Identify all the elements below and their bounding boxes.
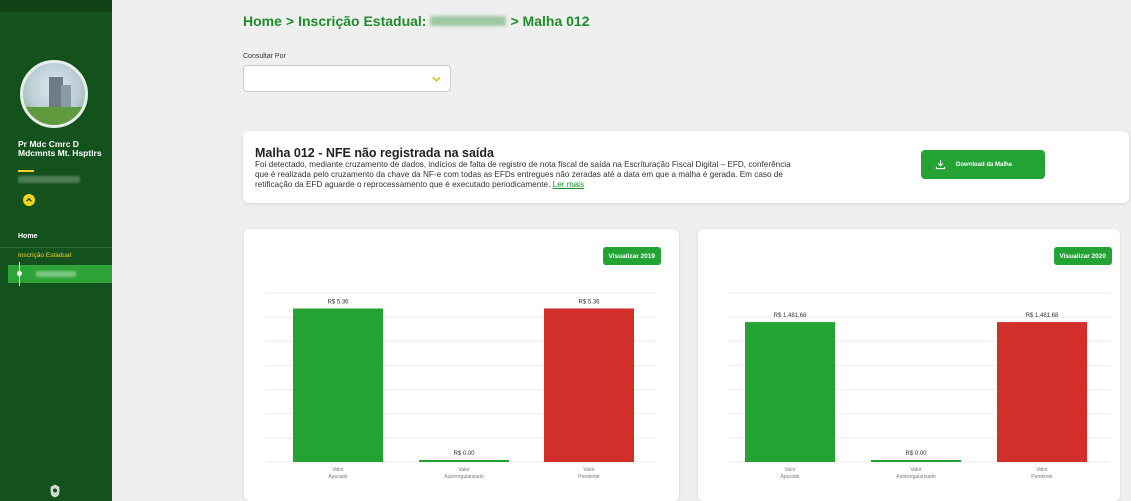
x-tick-label-0: Apurado — [781, 474, 800, 480]
sidebar-divider — [0, 247, 112, 248]
sidebar: Pr Mdc Cmrc D Mdcmnts Mt. Hsptlrs Home I… — [0, 0, 112, 501]
malha-description-text: Foi detectado, mediante cruzamento de da… — [255, 160, 791, 189]
sidebar-item-home[interactable]: Home — [18, 233, 37, 240]
bar-value-label-1: R$ 0.00 — [905, 451, 927, 457]
breadcrumb-current-page: > Malha 012 — [510, 13, 590, 29]
avatar-ground — [23, 107, 85, 125]
chart-card-2020: Visualizar 2020 R$ 1.481.68 Valor Apurado R… — [698, 229, 1120, 501]
chevron-down-icon — [432, 76, 441, 82]
x-tick-label-2: Pendente — [1031, 474, 1053, 480]
breadcrumb-inscricao-estadual[interactable]: Inscrição Estadual: — [298, 13, 426, 29]
consultar-por-select[interactable] — [243, 65, 451, 92]
x-tick-label-2: Valor — [1036, 467, 1048, 473]
x-tick-label-1: Valor — [458, 467, 470, 473]
sidebar-item-inscricao-estadual[interactable]: Inscrição Estadual — [18, 252, 71, 259]
collapse-toggle-button[interactable] — [23, 194, 35, 206]
bar-2 — [544, 308, 634, 462]
breadcrumb-ie-number-redacted — [430, 16, 507, 26]
chevron-up-icon — [26, 197, 32, 202]
inscricao-number-redacted — [36, 271, 76, 277]
coat-of-arms-icon — [50, 484, 60, 498]
bar-chart-2019: R$ 5.36ValorApuradoR$ 0.00ValorAutorregu… — [266, 292, 656, 480]
breadcrumb: Home > Inscrição Estadual: > Malha 012 — [243, 13, 589, 29]
x-tick-label-0: Valor — [332, 467, 344, 473]
malha-description: Foi detectado, mediante cruzamento de da… — [255, 160, 800, 190]
malha-title: Malha 012 - NFE não registrada na saída — [255, 146, 494, 160]
bar-1 — [871, 460, 961, 462]
sidebar-subitem-inscricao-selected[interactable] — [8, 262, 112, 286]
avatar — [20, 60, 88, 128]
sidebar-top-band — [0, 0, 112, 12]
user-name: Pr Mdc Cmrc D Mdcmnts Mt. Hsptlrs — [18, 139, 102, 158]
bar-value-label-2: R$ 5.36 — [578, 299, 600, 305]
timeline-dot-icon — [17, 271, 22, 276]
breadcrumb-home-link[interactable]: Home — [243, 13, 282, 29]
x-tick-label-0: Apurado — [329, 474, 348, 480]
malha-info-card: Malha 012 - NFE não registrada na saída … — [243, 131, 1129, 203]
user-name-underline — [18, 170, 34, 172]
x-tick-label-2: Valor — [583, 467, 595, 473]
chart-card-2019: Visualizar 2019 R$ 5.36 Valor Apurado R$ 0.… — [244, 229, 679, 501]
bar-2 — [997, 322, 1087, 462]
bar-value-label-2: R$ 1.481.68 — [1026, 313, 1059, 319]
bar-value-label-0: R$ 1.481.68 — [774, 313, 807, 319]
user-id-redacted — [18, 176, 80, 183]
bar-1 — [419, 460, 509, 462]
x-tick-label-1: Valor — [910, 467, 922, 473]
x-tick-label-1: Autorregularizado — [444, 474, 484, 480]
download-malha-button[interactable]: Download da Malha — [921, 150, 1045, 179]
bar-0 — [293, 308, 383, 462]
bar-chart-2020: R$ 1.481.68ValorApuradoR$ 0.00ValorAutor… — [728, 292, 1110, 480]
x-tick-label-1: Autorregularizado — [896, 474, 936, 480]
breadcrumb-separator: > — [285, 13, 295, 29]
ler-mais-link[interactable]: Ler mais — [553, 180, 584, 189]
bar-0 — [745, 322, 835, 462]
x-tick-label-0: Valor — [784, 467, 796, 473]
consultar-por-label: Consultar Por — [243, 53, 286, 60]
download-icon — [935, 159, 946, 170]
bar-value-label-0: R$ 5.36 — [327, 299, 349, 305]
download-malha-label: Download da Malha — [956, 161, 1013, 168]
bar-value-label-1: R$ 0.00 — [453, 451, 475, 457]
x-tick-label-2: Pendente — [578, 474, 600, 480]
